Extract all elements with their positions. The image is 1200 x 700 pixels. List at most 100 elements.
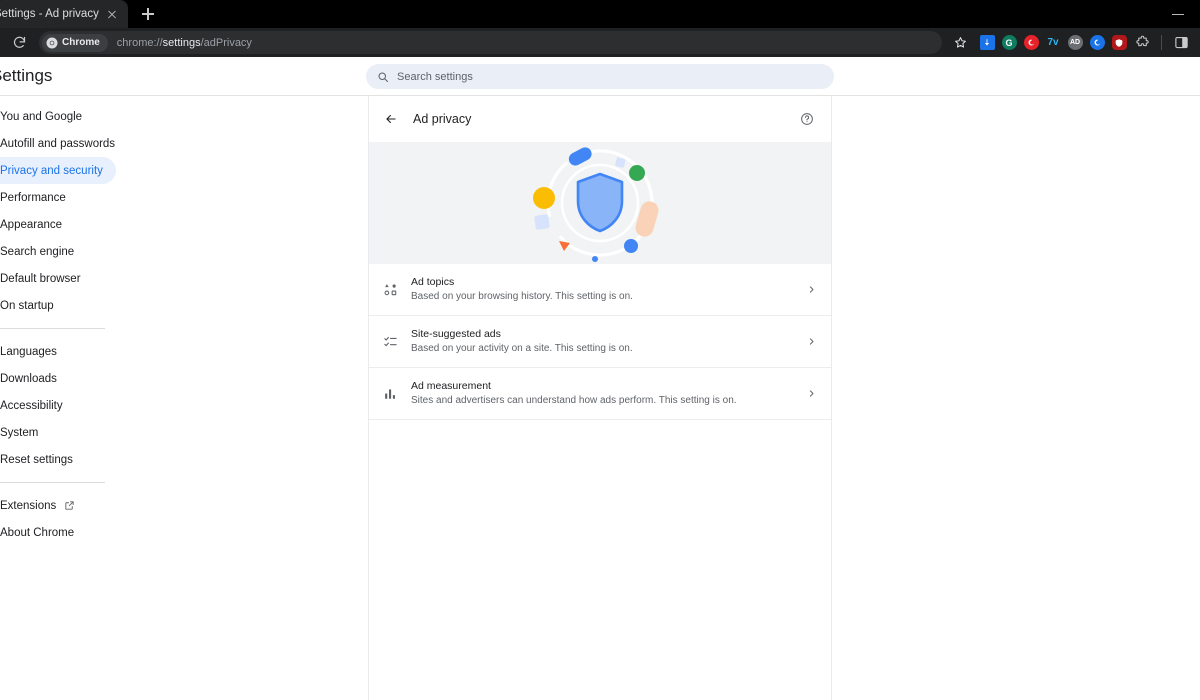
chevron-right-icon[interactable] bbox=[805, 389, 817, 398]
shield-glyph-icon bbox=[1115, 38, 1123, 47]
blue-extension-icon[interactable] bbox=[1087, 33, 1107, 53]
adblock-extension-icon[interactable]: AD bbox=[1065, 33, 1085, 53]
sidebar-item-accessibility[interactable]: Accessibility bbox=[0, 392, 116, 419]
chevron-right-icon[interactable] bbox=[805, 285, 817, 294]
sidebar-item-about-chrome[interactable]: About Chrome bbox=[0, 519, 116, 546]
sidebar-divider bbox=[0, 482, 105, 483]
settings-header: Settings Search settings bbox=[0, 57, 1200, 96]
sidebar-item-on-startup[interactable]: On startup bbox=[0, 292, 116, 319]
sidebar-item-reset-settings[interactable]: Reset settings bbox=[0, 446, 116, 473]
grammarly-extension-icon[interactable]: G bbox=[999, 33, 1019, 53]
browser-toolbar: Chrome chrome://settings/adPrivacy G 7v … bbox=[0, 28, 1200, 57]
site-suggested-ads-icon bbox=[382, 334, 399, 349]
close-icon[interactable] bbox=[104, 6, 120, 22]
row-subtitle: Based on your browsing history. This set… bbox=[411, 291, 633, 302]
sidebar-item-appearance[interactable]: Appearance bbox=[0, 211, 116, 238]
search-icon bbox=[378, 71, 389, 82]
back-arrow-icon[interactable] bbox=[381, 109, 401, 129]
sidebar-item-label: On startup bbox=[0, 299, 54, 312]
sidebar-item-performance[interactable]: Performance bbox=[0, 184, 116, 211]
row-title: Ad measurement bbox=[411, 380, 491, 392]
sidebar-item-label: Privacy and security bbox=[0, 164, 103, 177]
hero-graphic bbox=[533, 147, 659, 262]
side-panel-icon[interactable] bbox=[1168, 30, 1194, 56]
puzzle-piece-icon[interactable] bbox=[1129, 30, 1155, 56]
window-controls bbox=[1156, 0, 1200, 28]
shield-extension-icon[interactable] bbox=[1109, 33, 1129, 53]
table-row[interactable]: Ad measurement Sites and advertisers can … bbox=[369, 368, 831, 420]
card-header: Ad privacy bbox=[369, 96, 831, 142]
tab-title: Settings - Ad privacy bbox=[0, 8, 99, 20]
card-title: Ad privacy bbox=[413, 112, 472, 126]
ad-privacy-card: Ad privacy Ad topics Based on your brows… bbox=[368, 96, 832, 700]
row-text: Ad topics Based on your browsing history.… bbox=[411, 275, 793, 304]
ad-measurement-icon bbox=[382, 386, 399, 401]
url-suffix: /adPrivacy bbox=[200, 36, 252, 49]
sidebar-item-label: Appearance bbox=[0, 218, 63, 231]
ad-privacy-shield-illustration bbox=[369, 142, 831, 264]
sidebar-item-label: Autofill and passwords bbox=[0, 137, 116, 150]
external-link-icon bbox=[64, 500, 75, 511]
url-text: chrome://settings/adPrivacy bbox=[117, 37, 252, 49]
sidebar-item-label: System bbox=[0, 426, 39, 439]
row-title: Site-suggested ads bbox=[411, 328, 501, 340]
ad-topics-icon bbox=[382, 282, 399, 297]
sidebar-item-system[interactable]: System bbox=[0, 419, 116, 446]
sidebar-item-autofill-and-passwords[interactable]: Autofill and passwords bbox=[0, 130, 116, 157]
swirl-icon bbox=[1028, 39, 1034, 46]
tab-strip: Settings - Ad privacy bbox=[0, 0, 1200, 28]
seven-v-extension-icon[interactable]: 7v bbox=[1043, 33, 1063, 53]
toolbar-divider bbox=[1161, 35, 1162, 50]
star-icon[interactable] bbox=[947, 30, 973, 56]
minimize-button[interactable] bbox=[1156, 0, 1200, 28]
address-bar[interactable]: Chrome chrome://settings/adPrivacy bbox=[39, 31, 942, 54]
sidebar-item-search-engine[interactable]: Search engine bbox=[0, 238, 116, 265]
download-extension-icon[interactable] bbox=[977, 33, 997, 53]
settings-main: Ad privacy Ad topics Based on your brows… bbox=[368, 96, 1200, 700]
row-subtitle: Based on your activity on a site. This s… bbox=[411, 343, 633, 354]
sidebar-item-extensions[interactable]: Extensions bbox=[0, 492, 116, 519]
reload-icon[interactable] bbox=[6, 30, 32, 56]
row-text: Site-suggested ads Based on your activity… bbox=[411, 327, 793, 356]
sidebar-item-label: Performance bbox=[0, 191, 66, 204]
table-row[interactable]: Site-suggested ads Based on your activity… bbox=[369, 316, 831, 368]
red-extension-icon[interactable] bbox=[1021, 33, 1041, 53]
sidebar-item-label: You and Google bbox=[0, 110, 83, 123]
new-tab-button[interactable] bbox=[135, 1, 161, 27]
swirl-icon bbox=[1094, 39, 1100, 46]
row-subtitle: Sites and advertisers can understand how… bbox=[411, 395, 737, 406]
browser-tab[interactable]: Settings - Ad privacy bbox=[0, 0, 128, 28]
extensions-area: G 7v AD bbox=[973, 33, 1129, 53]
browser-window: Settings - Ad privacy Chrome chrome://se… bbox=[0, 0, 1200, 700]
help-circle-icon[interactable] bbox=[797, 109, 817, 129]
search-placeholder: Search settings bbox=[397, 70, 473, 83]
url-prefix: chrome:// bbox=[116, 36, 163, 49]
sidebar-item-you-and-google[interactable]: You and Google bbox=[0, 103, 116, 130]
sidebar-item-label: Downloads bbox=[0, 372, 57, 385]
sidebar-divider bbox=[0, 328, 105, 329]
sidebar-item-languages[interactable]: Languages bbox=[0, 338, 116, 365]
sidebar-item-default-browser[interactable]: Default browser bbox=[0, 265, 116, 292]
sidebar-item-label: Reset settings bbox=[0, 453, 73, 466]
url-emphasis: settings bbox=[162, 36, 201, 49]
download-arrow-icon bbox=[984, 38, 990, 45]
sidebar-item-label: Accessibility bbox=[0, 399, 63, 412]
chrome-origin-chip: Chrome bbox=[42, 33, 108, 52]
sidebar-item-privacy-and-security[interactable]: Privacy and security bbox=[0, 157, 116, 184]
chrome-chip-label: Chrome bbox=[62, 37, 100, 48]
chevron-right-icon[interactable] bbox=[805, 337, 817, 346]
sidebar-item-downloads[interactable]: Downloads bbox=[0, 365, 116, 392]
table-row[interactable]: Ad topics Based on your browsing history.… bbox=[369, 264, 831, 316]
settings-sidebar: You and Google Autofill and passwords Priv… bbox=[0, 96, 368, 700]
row-title: Ad topics bbox=[411, 276, 455, 288]
sidebar-item-label: Extensions bbox=[0, 499, 57, 512]
page-title: Settings bbox=[0, 66, 53, 85]
chrome-logo-icon bbox=[46, 37, 58, 48]
settings-body: You and Google Autofill and passwords Priv… bbox=[0, 96, 1200, 700]
row-text: Ad measurement Sites and advertisers can … bbox=[411, 379, 793, 408]
sidebar-item-label: Default browser bbox=[0, 272, 81, 285]
settings-page: Settings Search settings You and Google A… bbox=[0, 57, 1200, 700]
search-input[interactable]: Search settings bbox=[366, 64, 834, 89]
sidebar-item-label: Search engine bbox=[0, 245, 75, 258]
sidebar-item-label: Languages bbox=[0, 345, 57, 358]
